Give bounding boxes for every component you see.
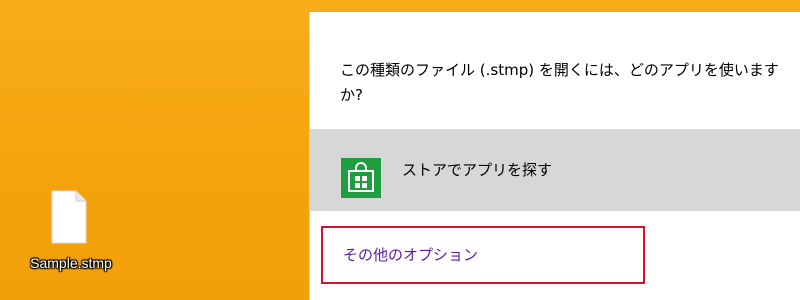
open-with-flyout: この種類のファイル (.stmp) を開くには、どのアプリを使いますか? ストア… <box>309 12 800 300</box>
store-option-label: ストアでアプリを探す <box>402 161 553 179</box>
flyout-question: この種類のファイル (.stmp) を開くには、どのアプリを使いますか? <box>340 61 779 104</box>
desktop-file-label: Sample.stmp <box>30 255 112 271</box>
desktop-file-sample[interactable]: Sample.stmp <box>12 190 130 282</box>
more-options-label: その他のオプション <box>343 246 479 264</box>
document-icon <box>51 190 87 244</box>
store-icon <box>341 158 381 198</box>
store-option[interactable]: ストアでアプリを探す <box>310 129 800 211</box>
more-options-link[interactable]: その他のオプション <box>321 226 645 284</box>
